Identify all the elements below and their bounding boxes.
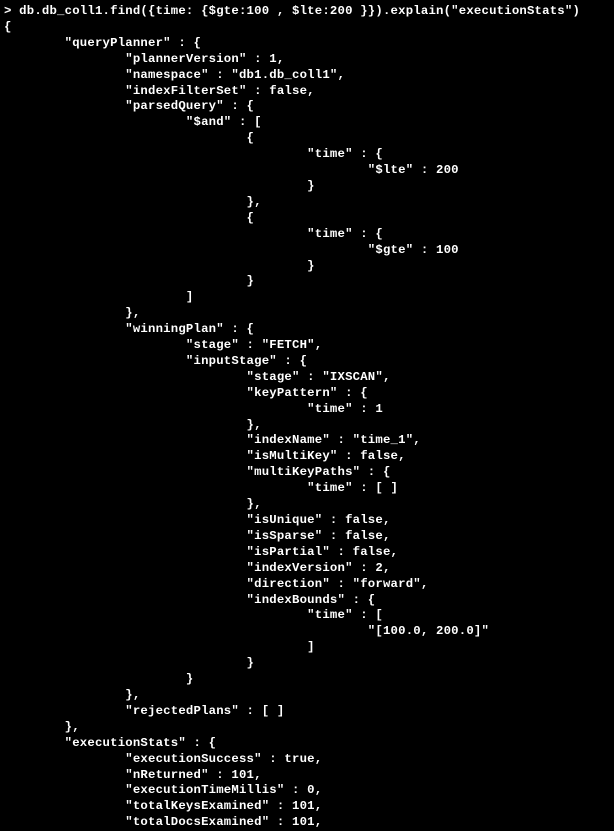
terminal-line: "$gte" : 100 (4, 243, 614, 259)
terminal-line: "time" : { (4, 227, 614, 243)
terminal-line: "stage" : "FETCH", (4, 338, 614, 354)
terminal-line: "isUnique" : false, (4, 513, 614, 529)
terminal-line: "plannerVersion" : 1, (4, 52, 614, 68)
terminal-line: } (4, 179, 614, 195)
terminal-line: "indexBounds" : { (4, 593, 614, 609)
terminal-line: "rejectedPlans" : [ ] (4, 704, 614, 720)
terminal-line: > db.db_coll1.find({time: {$gte:100 , $l… (4, 4, 614, 20)
terminal-line: }, (4, 720, 614, 736)
terminal-output[interactable]: > db.db_coll1.find({time: {$gte:100 , $l… (0, 0, 614, 831)
terminal-line: } (4, 656, 614, 672)
terminal-line: "totalKeysExamined" : 101, (4, 799, 614, 815)
terminal-line: "isSparse" : false, (4, 529, 614, 545)
terminal-line: ] (4, 290, 614, 306)
terminal-line: { (4, 20, 614, 36)
terminal-line: "$lte" : 200 (4, 163, 614, 179)
terminal-line: "executionSuccess" : true, (4, 752, 614, 768)
terminal-line: "time" : { (4, 147, 614, 163)
terminal-line: "parsedQuery" : { (4, 99, 614, 115)
terminal-line: "executionTimeMillis" : 0, (4, 783, 614, 799)
terminal-line: "isMultiKey" : false, (4, 449, 614, 465)
terminal-line: }, (4, 306, 614, 322)
terminal-line: "isPartial" : false, (4, 545, 614, 561)
terminal-line: "nReturned" : 101, (4, 768, 614, 784)
terminal-line: "namespace" : "db1.db_coll1", (4, 68, 614, 84)
terminal-line: "time" : [ (4, 608, 614, 624)
terminal-line: "indexFilterSet" : false, (4, 84, 614, 100)
terminal-line: "inputStage" : { (4, 354, 614, 370)
terminal-line: { (4, 211, 614, 227)
terminal-line: }, (4, 418, 614, 434)
terminal-line: { (4, 131, 614, 147)
terminal-line: } (4, 259, 614, 275)
terminal-line: "time" : 1 (4, 402, 614, 418)
terminal-line: }, (4, 497, 614, 513)
terminal-line: "queryPlanner" : { (4, 36, 614, 52)
terminal-line: } (4, 274, 614, 290)
terminal-line: }, (4, 688, 614, 704)
terminal-line: "executionStats" : { (4, 736, 614, 752)
terminal-line: "totalDocsExamined" : 101, (4, 815, 614, 831)
terminal-line: }, (4, 195, 614, 211)
terminal-line: "[100.0, 200.0]" (4, 624, 614, 640)
terminal-line: "keyPattern" : { (4, 386, 614, 402)
terminal-line: ] (4, 640, 614, 656)
terminal-line: "multiKeyPaths" : { (4, 465, 614, 481)
terminal-line: "stage" : "IXSCAN", (4, 370, 614, 386)
terminal-line: "winningPlan" : { (4, 322, 614, 338)
terminal-line: "time" : [ ] (4, 481, 614, 497)
terminal-line: "indexName" : "time_1", (4, 433, 614, 449)
terminal-line: } (4, 672, 614, 688)
terminal-line: "indexVersion" : 2, (4, 561, 614, 577)
terminal-line: "direction" : "forward", (4, 577, 614, 593)
terminal-line: "$and" : [ (4, 115, 614, 131)
